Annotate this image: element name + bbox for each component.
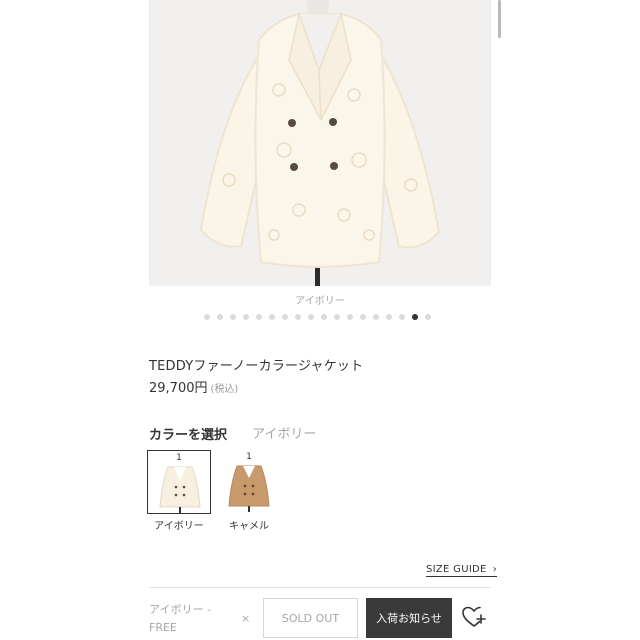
- sold-out-button[interactable]: SOLD OUT: [263, 598, 358, 638]
- carousel-dot[interactable]: [243, 314, 249, 320]
- carousel-dot[interactable]: [425, 314, 431, 320]
- price: 29,700円 (税込): [149, 377, 238, 396]
- restock-notify-button[interactable]: 入荷お知らせ: [366, 598, 452, 638]
- color-heading: カラーを選択: [149, 428, 228, 443]
- size-guide-link[interactable]: SIZE GUIDE ›: [426, 564, 497, 577]
- carousel-dots: [204, 314, 431, 320]
- scrollbar-thumb[interactable]: [498, 0, 501, 38]
- swatch-label-camel: キャメル: [229, 521, 269, 532]
- carousel-dot[interactable]: [282, 314, 288, 320]
- divider: [149, 587, 491, 588]
- carousel-dot[interactable]: [334, 314, 340, 320]
- image-caption: アイボリー: [295, 296, 345, 307]
- carousel-dot[interactable]: [412, 314, 418, 320]
- carousel-dot[interactable]: [321, 314, 327, 320]
- heart-plus-icon[interactable]: [461, 604, 487, 630]
- carousel-dot[interactable]: [217, 314, 223, 320]
- carousel-dot[interactable]: [204, 314, 210, 320]
- carousel-dot[interactable]: [360, 314, 366, 320]
- product-name: TEDDYファーノーカラージャケット: [149, 359, 364, 374]
- ivory-jacket-thumbnail: [159, 466, 201, 513]
- product-image[interactable]: [149, 0, 491, 286]
- carousel-dot[interactable]: [269, 314, 275, 320]
- chevron-right-icon: ›: [492, 564, 497, 575]
- carousel-dot[interactable]: [386, 314, 392, 320]
- remove-variant-button[interactable]: ×: [241, 612, 250, 625]
- color-swatch-camel[interactable]: 1: [217, 450, 281, 514]
- camel-jacket-thumbnail: [228, 465, 270, 512]
- tax-note: (税込): [210, 384, 239, 395]
- carousel-dot[interactable]: [256, 314, 262, 320]
- carousel-dot[interactable]: [230, 314, 236, 320]
- carousel-dot[interactable]: [373, 314, 379, 320]
- price-value: 29,700円: [149, 381, 208, 396]
- swatch-stock: 1: [246, 452, 252, 462]
- size-guide-label: SIZE GUIDE: [426, 564, 487, 575]
- swatch-label-ivory: アイボリー: [154, 521, 204, 532]
- color-swatch-ivory[interactable]: 1: [147, 450, 211, 514]
- swatch-stock: 1: [176, 453, 182, 463]
- carousel-dot[interactable]: [308, 314, 314, 320]
- selected-color-name: アイボリー: [252, 427, 317, 442]
- carousel-dot[interactable]: [347, 314, 353, 320]
- selected-variant: アイボリー - FREE: [149, 603, 211, 634]
- carousel-dot[interactable]: [295, 314, 301, 320]
- carousel-dot[interactable]: [399, 314, 405, 320]
